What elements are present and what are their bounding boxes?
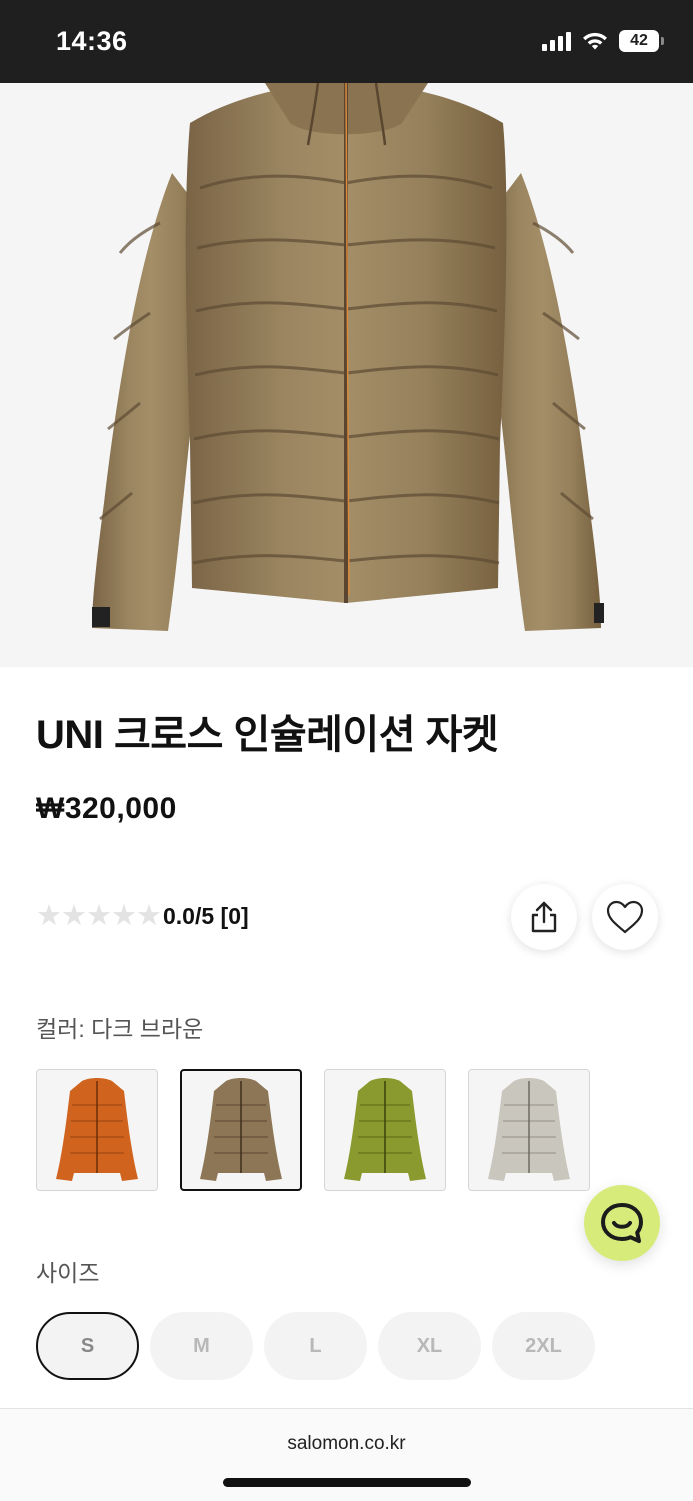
share-button[interactable] bbox=[511, 884, 577, 950]
jacket-image bbox=[92, 83, 604, 631]
status-icons: 42 bbox=[542, 30, 664, 52]
color-swatch-light-grey[interactable] bbox=[468, 1069, 590, 1191]
size-option-m[interactable]: M bbox=[150, 1312, 253, 1380]
status-bar: 14:36 42 bbox=[0, 0, 693, 83]
size-label: 사이즈 bbox=[36, 1260, 100, 1286]
swatch-jacket-image bbox=[200, 1078, 282, 1181]
product-price: ₩320,000 bbox=[36, 792, 177, 825]
swatch-jacket-image bbox=[344, 1078, 426, 1181]
star-icon: ★ bbox=[111, 900, 137, 932]
battery-icon: 42 bbox=[619, 30, 664, 52]
size-option-xl[interactable]: XL bbox=[378, 1312, 481, 1380]
rating[interactable]: ★ ★ ★ ★ ★ 0.0/5 [0] bbox=[36, 900, 249, 932]
size-options: S M L XL 2XL bbox=[36, 1312, 595, 1380]
color-swatches bbox=[36, 1069, 590, 1191]
wifi-icon bbox=[583, 32, 607, 49]
product-hero-image[interactable] bbox=[0, 83, 693, 667]
color-swatch-olive[interactable] bbox=[324, 1069, 446, 1191]
home-indicator[interactable] bbox=[223, 1478, 471, 1487]
url-text: salomon.co.kr bbox=[287, 1433, 406, 1454]
star-icon: ★ bbox=[61, 900, 87, 932]
product-title: UNI 크로스 인슐레이션 자켓 bbox=[36, 713, 499, 757]
swatch-jacket-image bbox=[56, 1078, 138, 1181]
size-option-s[interactable]: S bbox=[36, 1312, 139, 1380]
size-option-l[interactable]: L bbox=[264, 1312, 367, 1380]
browser-url-bar[interactable]: salomon.co.kr bbox=[0, 1408, 693, 1501]
star-icon: ★ bbox=[36, 900, 62, 932]
share-icon bbox=[531, 901, 557, 933]
color-swatch-orange[interactable] bbox=[36, 1069, 158, 1191]
size-option-2xl[interactable]: 2XL bbox=[492, 1312, 595, 1380]
rating-text: 0.0/5 [0] bbox=[163, 902, 249, 929]
signal-icon bbox=[542, 31, 571, 51]
color-swatch-dark-brown[interactable] bbox=[180, 1069, 302, 1191]
wishlist-button[interactable] bbox=[592, 884, 658, 950]
status-time: 14:36 bbox=[56, 26, 128, 56]
star-icon: ★ bbox=[136, 900, 162, 932]
star-icon: ★ bbox=[86, 900, 112, 932]
heart-icon bbox=[606, 900, 644, 934]
color-label: 컬러: 다크 브라운 bbox=[36, 1016, 204, 1042]
swatch-jacket-image bbox=[488, 1078, 570, 1181]
chat-icon bbox=[601, 1203, 643, 1243]
chat-button[interactable] bbox=[584, 1185, 660, 1261]
